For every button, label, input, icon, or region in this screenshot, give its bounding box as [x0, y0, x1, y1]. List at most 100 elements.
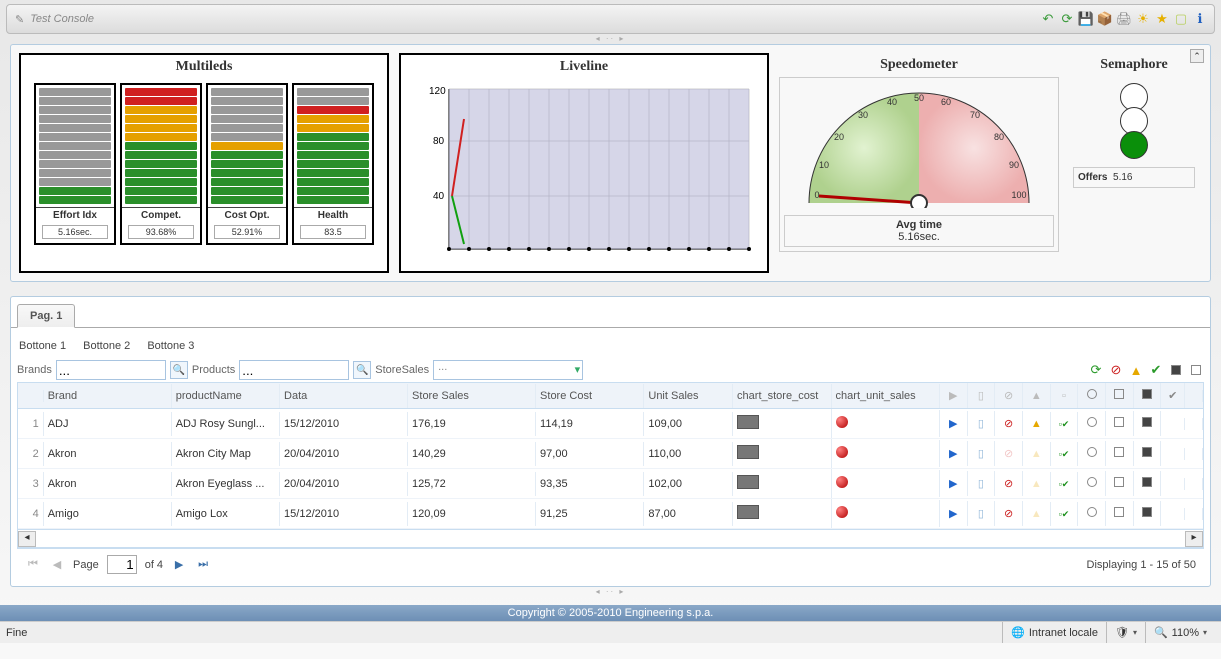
horizontal-scrollbar[interactable]: ◂ ▸	[18, 529, 1203, 547]
row-circle-icon[interactable]	[1078, 471, 1106, 496]
row-warn-icon[interactable]: ▲	[1023, 442, 1051, 466]
save-icon[interactable]: 💾	[1078, 11, 1094, 27]
row-square-dark-icon[interactable]	[1134, 471, 1162, 496]
status-zone[interactable]: 🌐 Intranet locale	[1002, 622, 1106, 643]
grid-dark-icon[interactable]	[1168, 362, 1184, 378]
row-play-icon[interactable]: ▶	[940, 411, 968, 436]
led-segment	[39, 187, 111, 195]
note-icon[interactable]: ▢	[1173, 11, 1189, 27]
grid-check-icon[interactable]: ✔	[1148, 362, 1164, 378]
info-icon[interactable]: ℹ	[1192, 11, 1208, 27]
storesales-select[interactable]: ... ▾	[433, 360, 583, 380]
row-doc-icon[interactable]: ▯	[968, 471, 996, 496]
col-data[interactable]: Data	[280, 384, 408, 408]
status-protected[interactable]: 🛡 ▾	[1106, 622, 1145, 643]
row-error-icon[interactable]: ⊘	[995, 441, 1023, 466]
table-row[interactable]: 2AkronAkron City Map20/04/2010140,2997,0…	[18, 439, 1203, 469]
row-circle-icon[interactable]	[1078, 411, 1106, 436]
status-zoom[interactable]: 🔍 110% ▾	[1145, 622, 1215, 643]
scroll-left-icon[interactable]: ◂	[18, 531, 36, 547]
col-unit-sales[interactable]: Unit Sales	[644, 384, 733, 408]
row-square-icon[interactable]	[1106, 471, 1134, 496]
row-play-icon[interactable]: ▶	[940, 471, 968, 496]
row-square-icon[interactable]	[1106, 441, 1134, 466]
star-icon[interactable]: ★	[1154, 11, 1170, 27]
page-label: Page	[73, 559, 99, 571]
svg-text:50: 50	[914, 93, 924, 103]
row-warn-icon[interactable]: ▲	[1023, 502, 1051, 526]
row-doc-icon[interactable]: ▯	[968, 411, 996, 436]
splitter-top[interactable]: ◂ ·· ▸	[0, 34, 1221, 44]
row-square-icon[interactable]	[1106, 501, 1134, 526]
row-checkbox[interactable]	[1161, 478, 1185, 490]
refresh-icon[interactable]: ⟳	[1059, 11, 1075, 27]
led-value: 52.91%	[214, 225, 280, 239]
grid-light-icon[interactable]	[1188, 362, 1204, 378]
page-prev-icon[interactable]: ◀	[49, 557, 65, 573]
shield-icon: 🛡	[1115, 626, 1129, 639]
sun-icon[interactable]: ☀	[1135, 11, 1151, 27]
undo-icon[interactable]: ↶	[1040, 11, 1056, 27]
page-input[interactable]	[107, 555, 137, 574]
row-doc-icon[interactable]: ▯	[968, 501, 996, 526]
chevron-down-icon: ▾	[575, 363, 581, 376]
row-error-icon[interactable]: ⊘	[995, 471, 1023, 496]
row-checkbox[interactable]	[1161, 418, 1185, 430]
row-square-dark-icon[interactable]	[1134, 501, 1162, 526]
col-product[interactable]: productName	[172, 384, 280, 408]
row-error-icon[interactable]: ⊘	[995, 501, 1023, 526]
bottone-2[interactable]: Bottone 2	[83, 340, 130, 352]
row-play-icon[interactable]: ▶	[940, 501, 968, 526]
row-square-dark-icon[interactable]	[1134, 441, 1162, 466]
row-circle-icon[interactable]	[1078, 441, 1106, 466]
bottone-1[interactable]: Bottone 1	[19, 340, 66, 352]
copyright-bar: Copyright © 2005-2010 Engineering s.p.a.	[0, 605, 1221, 621]
page-last-icon[interactable]: ⏭	[195, 557, 211, 573]
products-input[interactable]	[239, 360, 349, 380]
row-ok-icon[interactable]: ▫✔	[1051, 502, 1079, 526]
hdr-sqd-icon	[1134, 383, 1162, 408]
row-ok-icon[interactable]: ▫✔	[1051, 412, 1079, 436]
row-checkbox[interactable]	[1161, 448, 1185, 460]
row-checkbox[interactable]	[1161, 508, 1185, 520]
scroll-right-icon[interactable]: ▸	[1185, 531, 1203, 547]
brands-input[interactable]	[56, 360, 166, 380]
page-first-icon[interactable]: ⏮	[25, 557, 41, 573]
grid-refresh-icon[interactable]: ⟳	[1088, 362, 1104, 378]
col-brand[interactable]: Brand	[44, 384, 172, 408]
page-of: of 4	[145, 559, 163, 571]
row-error-icon[interactable]: ⊘	[995, 411, 1023, 436]
row-doc-icon[interactable]: ▯	[968, 441, 996, 466]
splitter-bottom[interactable]: ◂ ·· ▸	[0, 587, 1221, 597]
table-row[interactable]: 1ADJADJ Rosy Sungl...15/12/2010176,19114…	[18, 409, 1203, 439]
table-row[interactable]: 3AkronAkron Eyeglass ...20/04/2010125,72…	[18, 469, 1203, 499]
cell-chart-unit-sales	[832, 410, 940, 437]
table-row[interactable]: 4AmigoAmigo Lox15/12/2010120,0991,2587,0…	[18, 499, 1203, 529]
col-chart-store-cost[interactable]: chart_store_cost	[733, 384, 832, 408]
page-next-icon[interactable]: ▶	[171, 557, 187, 573]
led-segment	[125, 187, 197, 195]
row-circle-icon[interactable]	[1078, 501, 1106, 526]
bottone-3[interactable]: Bottone 3	[147, 340, 194, 352]
svg-text:80: 80	[994, 132, 1004, 142]
row-play-icon[interactable]: ▶	[940, 441, 968, 466]
print-icon[interactable]: 🖨	[1116, 11, 1132, 27]
col-store-sales[interactable]: Store Sales	[408, 384, 536, 408]
tab-pag1[interactable]: Pag. 1	[17, 304, 75, 328]
hdr-play-icon: ▶	[940, 383, 968, 408]
grid-delete-icon[interactable]: ⊘	[1108, 362, 1124, 378]
products-lookup-icon[interactable]: 🔍	[353, 361, 371, 379]
row-ok-icon[interactable]: ▫✔	[1051, 472, 1079, 496]
grid-warn-icon[interactable]: ▲	[1128, 362, 1144, 378]
row-square-dark-icon[interactable]	[1134, 411, 1162, 436]
products-label: Products	[192, 364, 235, 376]
box-icon[interactable]: 📦	[1097, 11, 1113, 27]
row-square-icon[interactable]	[1106, 411, 1134, 436]
row-warn-icon[interactable]: ▲	[1023, 412, 1051, 436]
row-warn-icon[interactable]: ▲	[1023, 472, 1051, 496]
collapse-icon[interactable]: ⌃	[1190, 49, 1204, 63]
brands-lookup-icon[interactable]: 🔍	[170, 361, 188, 379]
row-ok-icon[interactable]: ▫✔	[1051, 442, 1079, 466]
col-chart-unit-sales[interactable]: chart_unit_sales	[832, 384, 940, 408]
col-store-cost[interactable]: Store Cost	[536, 384, 644, 408]
